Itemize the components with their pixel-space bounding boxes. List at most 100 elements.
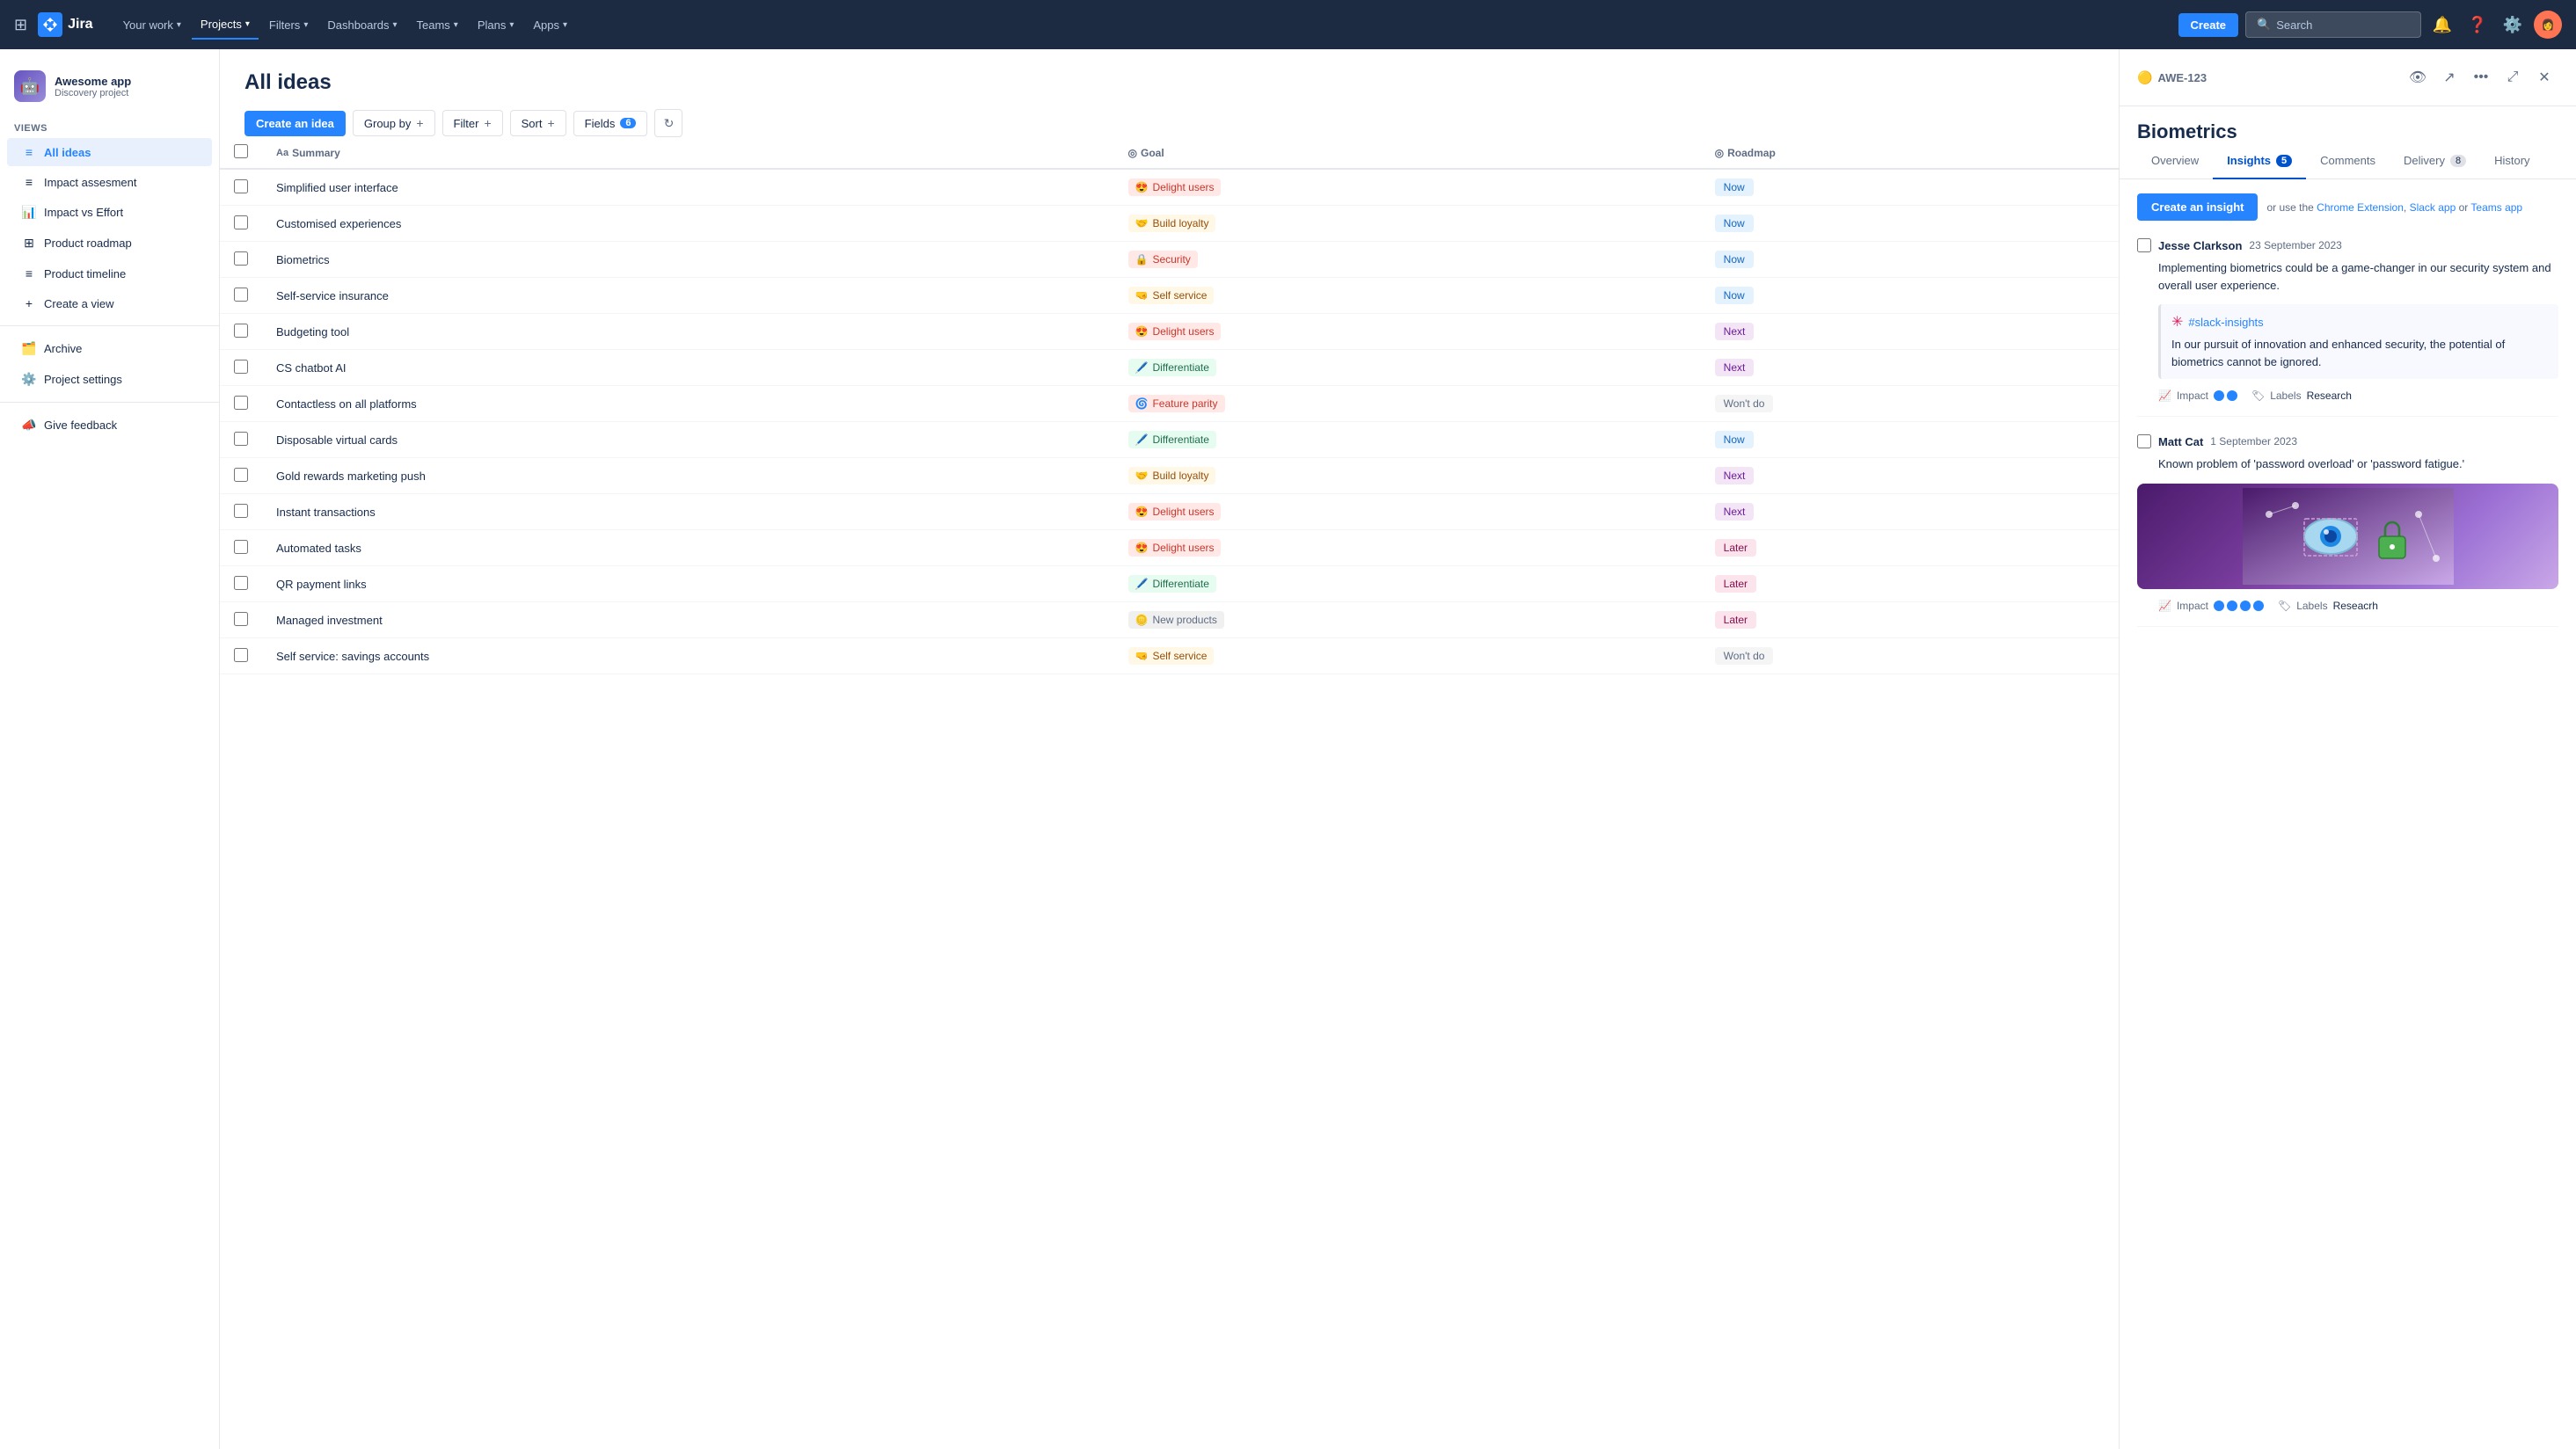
table-row[interactable]: Simplified user interface 😍 Delight user… <box>220 169 2119 206</box>
close-button[interactable]: ✕ <box>2530 63 2558 91</box>
create-insight-button[interactable]: Create an insight <box>2137 193 2258 221</box>
table-row[interactable]: Contactless on all platforms 🌀 Feature p… <box>220 386 2119 422</box>
chrome-extension-link[interactable]: Chrome Extension <box>2317 201 2404 214</box>
cell-roadmap-1: Now <box>1701 206 2119 242</box>
row-checkbox-10[interactable] <box>234 540 248 554</box>
refresh-button[interactable]: ↻ <box>654 109 682 137</box>
insight-checkbox-1[interactable] <box>2137 238 2151 252</box>
sidebar-item-product-timeline[interactable]: ≡ Product timeline <box>7 259 212 288</box>
nav-apps[interactable]: Apps ▾ <box>524 11 576 40</box>
watch-button[interactable]: 👁 <box>2404 63 2432 91</box>
avatar[interactable]: 👩 <box>2534 11 2562 39</box>
settings-icon[interactable]: ⚙️ <box>2499 11 2527 39</box>
nav-your-work[interactable]: Your work ▾ <box>114 11 190 40</box>
row-checkbox-12[interactable] <box>234 612 248 626</box>
tab-comments[interactable]: Comments <box>2306 143 2390 179</box>
tab-history[interactable]: History <box>2480 143 2543 179</box>
slack-app-link[interactable]: Slack app <box>2410 201 2456 214</box>
expand-button[interactable]: ⤢ <box>2499 63 2527 91</box>
table-row[interactable]: Self service: savings accounts 🤜 Self se… <box>220 638 2119 674</box>
jira-logo[interactable]: Jira <box>38 12 92 37</box>
more-options-button[interactable]: ••• <box>2467 63 2495 91</box>
share-button[interactable]: ↗ <box>2435 63 2463 91</box>
table-row[interactable]: Budgeting tool 😍 Delight users Next <box>220 314 2119 350</box>
tab-delivery[interactable]: Delivery 8 <box>2390 143 2480 179</box>
nav-plans[interactable]: Plans ▾ <box>469 11 523 40</box>
sidebar-item-all-ideas[interactable]: ≡ All ideas <box>7 138 212 166</box>
sidebar-item-label: Product roadmap <box>44 237 132 250</box>
goal-emoji-9: 😍 <box>1135 506 1149 518</box>
table-row[interactable]: Automated tasks 😍 Delight users Later <box>220 530 2119 566</box>
row-checkbox-2[interactable] <box>234 251 248 266</box>
table-row[interactable]: Self-service insurance 🤜 Self service No… <box>220 278 2119 314</box>
project-name: Awesome app <box>55 75 131 88</box>
row-checkbox-13[interactable] <box>234 648 248 662</box>
slack-icon: ✳ <box>2171 313 2183 331</box>
sidebar-item-impact-assessment[interactable]: ≡ Impact assesment <box>7 168 212 196</box>
slack-channel-1[interactable]: #slack-insights <box>2188 316 2263 329</box>
goal-badge-7: 🖊️ Differentiate <box>1128 431 1216 448</box>
sidebar-item-feedback[interactable]: 📣 Give feedback <box>7 411 212 440</box>
impact-trend-icon: 📈 <box>2158 390 2171 402</box>
nav-teams[interactable]: Teams ▾ <box>407 11 466 40</box>
filter-button[interactable]: Filter + <box>442 110 503 136</box>
create-idea-button[interactable]: Create an idea <box>244 111 346 136</box>
sidebar-item-product-roadmap[interactable]: ⊞ Product roadmap <box>7 229 212 258</box>
group-by-button[interactable]: Group by + <box>353 110 435 136</box>
create-button[interactable]: Create <box>2178 13 2238 37</box>
row-checkbox-5[interactable] <box>234 360 248 374</box>
goal-label-13: Self service <box>1152 650 1207 662</box>
list-icon: ≡ <box>21 266 37 280</box>
cell-summary-1: Customised experiences <box>262 206 1114 242</box>
insight-checkbox-2[interactable] <box>2137 434 2151 448</box>
help-icon[interactable]: ❓ <box>2463 11 2492 39</box>
row-checkbox-4[interactable] <box>234 324 248 338</box>
tab-insights[interactable]: Insights 5 <box>2213 143 2306 179</box>
goal-label-4: Delight users <box>1152 325 1214 338</box>
table-row[interactable]: Managed investment 🪙 New products Later <box>220 602 2119 638</box>
select-all-checkbox[interactable] <box>234 144 248 158</box>
fields-button[interactable]: Fields 6 <box>573 111 648 136</box>
sort-button[interactable]: Sort + <box>510 110 566 136</box>
plus-icon: + <box>484 116 491 130</box>
chevron-icon: ▾ <box>454 20 458 30</box>
goal-label-6: Feature parity <box>1152 397 1217 410</box>
row-checkbox-3[interactable] <box>234 288 248 302</box>
table-row[interactable]: Customised experiences 🤝 Build loyalty N… <box>220 206 2119 242</box>
row-checkbox-6[interactable] <box>234 396 248 410</box>
row-checkbox-0[interactable] <box>234 179 248 193</box>
row-checkbox-11[interactable] <box>234 576 248 590</box>
sidebar-item-create-view[interactable]: + Create a view <box>7 289 212 317</box>
security-illustration <box>2243 488 2454 585</box>
nav-dashboards[interactable]: Dashboards ▾ <box>318 11 405 40</box>
label-tag-icon: 🏷 <box>2251 390 2265 402</box>
nav-filters[interactable]: Filters ▾ <box>260 11 317 40</box>
dot-1 <box>2214 601 2224 611</box>
grid-icon[interactable]: ⊞ <box>14 16 27 34</box>
sidebar-item-impact-effort[interactable]: 📊 Impact vs Effort <box>7 198 212 227</box>
table-header: Aa Summary ◎ Goal ◎ <box>220 137 2119 169</box>
goal-label-10: Delight users <box>1152 542 1214 554</box>
sidebar-item-archive[interactable]: 🗂️ Archive <box>7 334 212 363</box>
labels-value-2: Reseacrh <box>2333 600 2378 612</box>
table-row[interactable]: QR payment links 🖊️ Differentiate Later <box>220 566 2119 602</box>
row-checkbox-9[interactable] <box>234 504 248 518</box>
tab-overview[interactable]: Overview <box>2137 143 2213 179</box>
table-row[interactable]: CS chatbot AI 🖊️ Differentiate Next <box>220 350 2119 386</box>
row-checkbox-7[interactable] <box>234 432 248 446</box>
insight-text-2: Known problem of 'password overload' or … <box>2137 455 2558 473</box>
teams-app-link[interactable]: Teams app <box>2470 201 2522 214</box>
slack-quote-1: ✳ #slack-insights In our pursuit of inno… <box>2158 304 2558 379</box>
table-row[interactable]: Biometrics 🔒 Security Now <box>220 242 2119 278</box>
goal-badge-5: 🖊️ Differentiate <box>1128 359 1216 376</box>
search-box[interactable]: 🔍 Search <box>2245 11 2421 38</box>
row-checkbox-1[interactable] <box>234 215 248 229</box>
table-row[interactable]: Disposable virtual cards 🖊️ Differentiat… <box>220 422 2119 458</box>
notifications-icon[interactable]: 🔔 <box>2428 11 2456 39</box>
nav-projects[interactable]: Projects ▾ <box>192 11 259 40</box>
row-checkbox-8[interactable] <box>234 468 248 482</box>
table-row[interactable]: Instant transactions 😍 Delight users Nex… <box>220 494 2119 530</box>
insight-author-1: Jesse Clarkson <box>2158 239 2242 252</box>
table-row[interactable]: Gold rewards marketing push 🤝 Build loya… <box>220 458 2119 494</box>
sidebar-item-project-settings[interactable]: ⚙️ Project settings <box>7 365 212 394</box>
